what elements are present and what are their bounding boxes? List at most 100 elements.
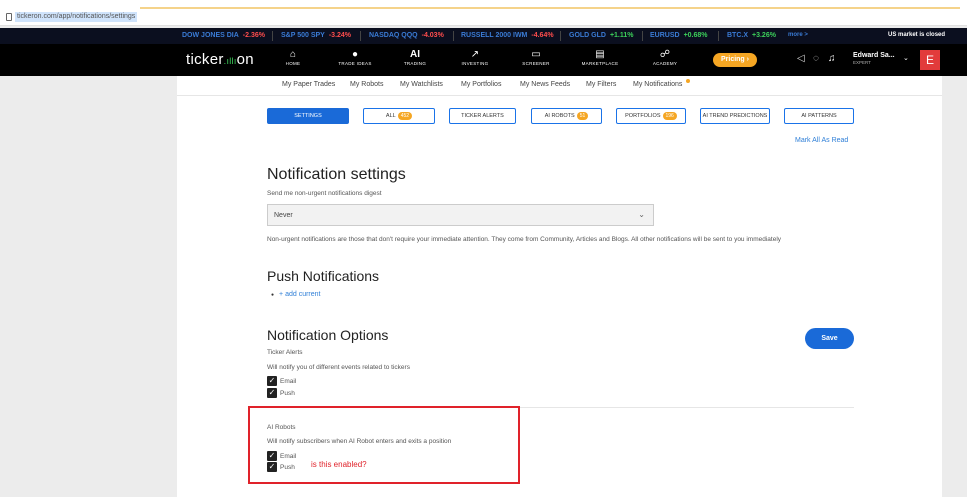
add-current-link[interactable]: ● + add current — [271, 291, 320, 298]
subnav-paper-trades[interactable]: My Paper Trades — [282, 81, 335, 88]
nav-label: SCREENER — [522, 61, 550, 66]
logo-text-suffix: on — [236, 51, 254, 68]
logo-bars-icon: .ıllı — [223, 56, 237, 66]
bulb-icon: ● — [351, 49, 359, 60]
count-badge: 196 — [662, 112, 677, 120]
ticker-more-link[interactable]: more > — [788, 32, 808, 38]
ticker-item[interactable]: GOLD GLD +1.11% — [569, 32, 634, 39]
ticker-separator — [560, 31, 561, 41]
bullet-icon: ● — [271, 292, 275, 298]
subnav-watchlists[interactable]: My Watchlists — [400, 81, 443, 88]
nav-screener[interactable]: ▭ SCREENER — [511, 48, 561, 66]
ticker-alerts-email-checkbox[interactable]: ✓ — [267, 376, 277, 386]
nav-academy[interactable]: ☍ ACADEMY — [640, 48, 690, 66]
avatar[interactable]: E — [920, 50, 940, 70]
home-icon: ⌂ — [289, 49, 297, 60]
ticker-name: EURUSD — [650, 32, 680, 39]
ticker-item[interactable]: S&P 500 SPY -3.24% — [281, 32, 351, 39]
subnav-portfolios[interactable]: My Portfolios — [461, 81, 501, 88]
ticker-separator — [272, 31, 273, 41]
ticker-separator — [360, 31, 361, 41]
ticker-separator — [642, 31, 643, 41]
nav-label: TRADING — [403, 61, 427, 66]
nav-investing[interactable]: ↗ INVESTING — [450, 48, 500, 66]
subnav-robots[interactable]: My Robots — [350, 81, 383, 88]
ticker-name: RUSSELL 2000 IWM — [461, 32, 528, 39]
nav-marketplace[interactable]: ▤ MARKETPLACE — [575, 48, 625, 66]
subnav-notifications[interactable]: My Notifications — [633, 81, 682, 88]
ticker-item[interactable]: BTC.X +3.26% — [727, 32, 776, 39]
tab-strip-line — [140, 7, 960, 9]
lock-icon — [6, 13, 12, 21]
group-description: Will notify you of different events rela… — [267, 364, 410, 371]
ticker-change: -4.64% — [531, 32, 554, 39]
subnav-filters[interactable]: My Filters — [586, 81, 616, 88]
annotation-text: is this enabled? — [311, 460, 367, 469]
tab-portfolios[interactable]: PORTFOLIOS 196 — [616, 108, 686, 124]
count-badge: 51 — [576, 112, 589, 120]
notification-dot — [686, 79, 690, 83]
user-role: EXPERT — [853, 60, 871, 65]
nav-label: TRADE IDEAS — [338, 61, 372, 66]
checkbox-label: Push — [280, 390, 295, 397]
digest-help-text: Non-urgent notifications are those that … — [267, 236, 782, 243]
megaphone-icon[interactable]: ◁ — [797, 53, 805, 64]
digest-frequency-select[interactable]: Never ⌄ — [267, 204, 654, 226]
logo-text: ticker — [186, 51, 224, 68]
subnav-news-feeds[interactable]: My News Feeds — [520, 81, 570, 88]
tab-all[interactable]: ALL 452 — [363, 108, 435, 124]
ticker-alerts-push-checkbox[interactable]: ✓ — [267, 388, 277, 398]
nav-home[interactable]: ⌂ HOME — [268, 48, 318, 66]
options-section-title: Notification Options — [267, 327, 389, 343]
ticker-separator — [453, 31, 454, 41]
bell-icon[interactable]: ♫ — [828, 53, 836, 64]
tab-ai-trend-predictions[interactable]: AI TREND PREDICTIONS — [700, 108, 770, 124]
tab-ai-robots[interactable]: AI ROBOTS 51 — [531, 108, 602, 124]
chat-icon[interactable]: ◌ — [813, 53, 819, 64]
chevron-down-icon: ⌄ — [638, 210, 645, 219]
sub-navigation: My Paper Trades My Robots My Watchlists … — [177, 76, 942, 96]
pricing-button[interactable]: Pricing › — [713, 53, 757, 67]
page-title: Notification settings — [267, 166, 406, 183]
nav-trading[interactable]: AI TRADING — [390, 48, 440, 66]
ticker-name: BTC.X — [727, 32, 748, 39]
ticker-change: -3.24% — [328, 32, 352, 39]
user-menu[interactable]: Edward Sa... EXPERT — [853, 52, 895, 65]
people-icon: ☍ — [659, 49, 671, 60]
tab-ai-patterns[interactable]: AI PATTERNS — [784, 108, 854, 124]
select-value: Never — [274, 212, 293, 219]
save-button[interactable]: Save — [805, 328, 854, 349]
tab-settings[interactable]: SETTINGS — [267, 108, 349, 124]
ticker-change: +3.26% — [752, 32, 776, 39]
annotation-highlight-box — [248, 406, 520, 484]
ticker-name: GOLD GLD — [569, 32, 606, 39]
ticker-item[interactable]: EURUSD +0.68% — [650, 32, 708, 39]
ticker-separator — [718, 31, 719, 41]
nav-label: INVESTING — [461, 61, 489, 66]
address-bar[interactable]: tickeron.com/app/notifications/settings — [0, 10, 967, 26]
push-section-title: Push Notifications — [267, 268, 380, 284]
ticker-item[interactable]: RUSSELL 2000 IWM -4.64% — [461, 32, 554, 39]
nav-label: HOME — [285, 61, 301, 66]
main-navbar: ticker.ıllıon ⌂ HOME ● TRADE IDEAS AI TRADI… — [0, 44, 967, 76]
ticker-item[interactable]: NASDAQ QQQ -4.03% — [369, 32, 444, 39]
tickeron-logo[interactable]: ticker.ıllıon — [186, 51, 254, 68]
add-current-label: + add current — [279, 291, 321, 298]
nav-label: ACADEMY — [652, 61, 678, 66]
nav-trade-ideas[interactable]: ● TRADE IDEAS — [330, 48, 380, 66]
group-title: Ticker Alerts — [267, 349, 303, 356]
ticker-change: +0.68% — [683, 32, 708, 39]
ticker-change: -2.36% — [242, 32, 265, 39]
market-ticker-strip: DOW JONES DIA -2.36% S&P 500 SPY -3.24% NA… — [0, 28, 967, 44]
nav-label: MARKETPLACE — [581, 61, 619, 66]
ticker-name: DOW JONES DIA — [182, 32, 239, 39]
tab-label: AI ROBOTS — [544, 113, 575, 119]
ticker-name: NASDAQ QQQ — [369, 32, 418, 39]
market-status: US market is closed — [888, 32, 946, 38]
url-text[interactable]: tickeron.com/app/notifications/settings — [15, 12, 138, 22]
tab-ticker-alerts[interactable]: TICKER ALERTS — [449, 108, 516, 124]
chevron-down-icon[interactable]: ⌄ — [903, 54, 909, 62]
mark-all-read-link[interactable]: Mark All As Read — [795, 137, 848, 144]
ticker-item[interactable]: DOW JONES DIA -2.36% — [182, 32, 265, 39]
ticker-change: +1.11% — [609, 32, 634, 39]
